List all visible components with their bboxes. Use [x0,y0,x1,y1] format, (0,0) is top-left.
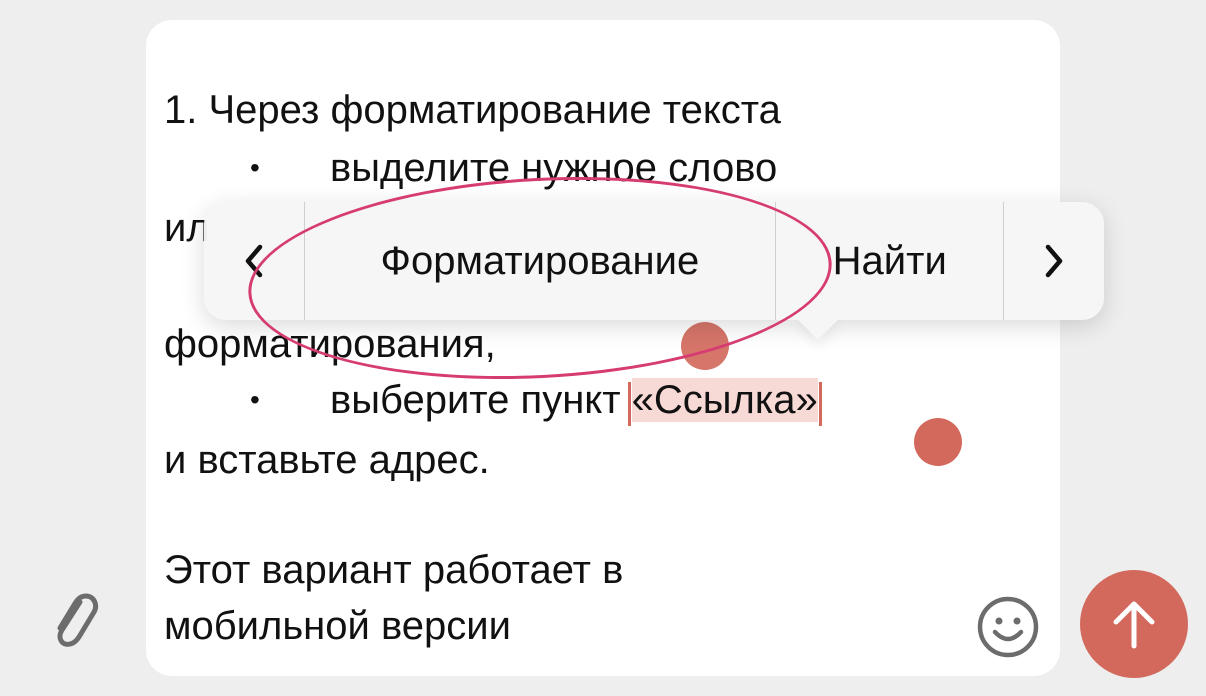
selected-text[interactable]: «Ссылка» [627,378,822,426]
screen: 1. Через форматирование текста • выделит… [0,0,1206,696]
paperclip-icon[interactable] [46,590,102,650]
selection-handle-end[interactable] [914,418,962,466]
selection-caret-start [627,382,631,426]
bullet-marker: • [250,384,260,415]
text-line-insert: и вставьте адрес. [164,438,490,482]
text-line-para2-2: мобильной версии [164,604,511,648]
menu-item-formatting[interactable]: Форматирование [303,202,775,320]
selection-caret-end [818,382,822,426]
text-line-heading: 1. Через форматирование текста [164,88,781,132]
bullet2-prefix: выберите пункт [330,378,632,422]
menu-item-find[interactable]: Найти [775,202,1003,320]
smiley-icon[interactable] [975,594,1041,660]
context-menu: Форматирование Найти [204,202,1104,340]
selected-text-label: «Ссылка» [631,378,818,422]
send-button[interactable] [1080,570,1188,678]
chevron-right-icon [1045,244,1063,278]
arrow-up-icon [1113,601,1155,649]
text-line-format: форматирования, [164,322,496,366]
chevron-left-icon [245,244,263,278]
bullet-marker: • [250,152,260,183]
text-line-para2-1: Этот вариант работает в [164,548,624,592]
text-line-hidden-fragment: ил [164,206,210,250]
text-line-bullet2: выберите пункт «Ссылка» [330,376,822,426]
menu-prev-button[interactable] [204,202,304,320]
message-composer[interactable]: 1. Через форматирование текста • выделит… [146,20,1060,676]
selection-handle-start[interactable] [681,322,729,370]
text-line-bullet1: выделите нужное слово [330,146,778,190]
menu-next-button[interactable] [1003,202,1104,320]
